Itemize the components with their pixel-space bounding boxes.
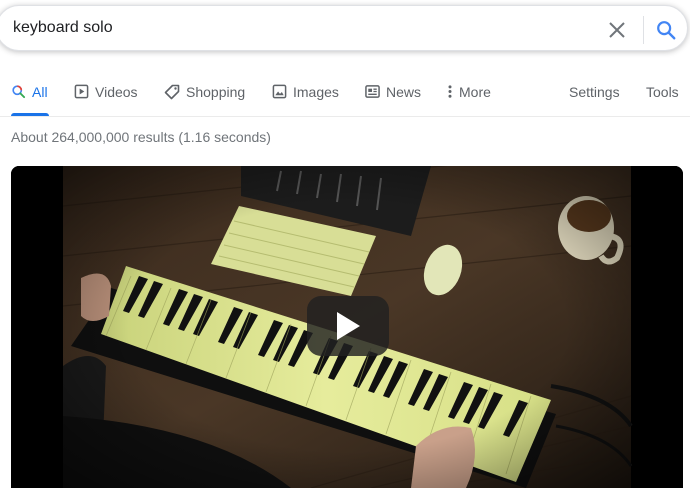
tab-news[interactable]: News xyxy=(365,82,421,116)
tab-all[interactable]: All xyxy=(11,82,49,116)
play-icon xyxy=(337,312,360,340)
image-icon xyxy=(272,84,287,99)
clear-search-button[interactable] xyxy=(604,17,630,43)
search-button[interactable] xyxy=(651,16,681,44)
tab-label: All xyxy=(32,84,48,100)
tab-label: Settings xyxy=(569,84,620,100)
tab-images[interactable]: Images xyxy=(272,82,339,116)
tab-videos[interactable]: Videos xyxy=(74,82,138,116)
search-tabs: All Videos Shopping Images News More Set… xyxy=(0,82,690,116)
tab-more[interactable]: More xyxy=(446,82,491,116)
newspaper-icon xyxy=(365,85,380,98)
tab-settings[interactable]: Settings xyxy=(569,82,620,116)
search-icon xyxy=(12,85,26,99)
result-stats: About 264,000,000 results (1.16 seconds) xyxy=(11,129,271,145)
tag-icon xyxy=(164,84,180,100)
close-icon xyxy=(609,22,625,38)
tab-label: News xyxy=(386,84,422,100)
tab-label: Shopping xyxy=(186,84,246,100)
tab-label: Images xyxy=(293,84,339,100)
tab-shopping[interactable]: Shopping xyxy=(164,82,245,116)
video-thumbnail[interactable] xyxy=(11,166,683,488)
tab-label: Videos xyxy=(95,84,138,100)
tabs-divider xyxy=(0,116,690,117)
tab-tools[interactable]: Tools xyxy=(646,82,679,116)
tab-label: More xyxy=(459,84,491,100)
search-divider xyxy=(643,16,644,44)
video-play-icon xyxy=(74,84,89,99)
tab-label: Tools xyxy=(646,84,679,100)
search-input[interactable]: keyboard solo xyxy=(13,19,113,37)
more-vert-icon xyxy=(448,85,452,98)
search-icon xyxy=(657,21,676,40)
play-button[interactable] xyxy=(307,296,389,356)
search-bar: keyboard solo xyxy=(0,5,688,51)
